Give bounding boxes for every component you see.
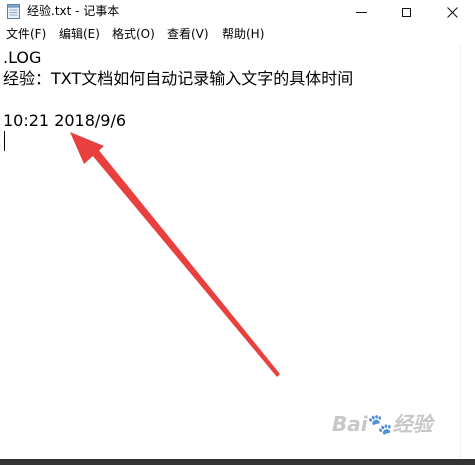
editor-line-timestamp: 10:21 2018/9/6 [3, 111, 127, 130]
watermark: Bai🐾经验 [332, 412, 433, 436]
watermark-text-left: Bai [332, 412, 368, 436]
menu-edit[interactable]: 编辑(E) [59, 26, 100, 43]
minimize-button[interactable] [338, 0, 384, 24]
maximize-button[interactable] [383, 0, 429, 24]
notepad-window: 经验.txt - 记事本 文件(F) 编辑(E) 格式(O) 查看(V) 帮助(… [0, 0, 475, 465]
notepad-icon [7, 4, 20, 19]
window-bottom-border [0, 459, 475, 465]
menu-bar: 文件(F) 编辑(E) 格式(O) 查看(V) 帮助(H) [0, 24, 475, 45]
menu-format[interactable]: 格式(O) [112, 26, 155, 43]
editor-line-title: 经验：TXT文档如何自动记录输入文字的具体时间 [3, 69, 354, 88]
text-caret [4, 131, 5, 151]
paw-icon: 🐾 [367, 412, 393, 436]
minimize-icon [355, 11, 367, 13]
title-bar[interactable]: 经验.txt - 记事本 [0, 0, 475, 24]
close-button[interactable] [429, 0, 475, 24]
close-icon [446, 6, 458, 18]
menu-file[interactable]: 文件(F) [6, 26, 46, 43]
maximize-icon [401, 7, 411, 17]
window-title: 经验.txt - 记事本 [27, 4, 120, 18]
editor-line-log: .LOG [3, 48, 42, 67]
vertical-scrollbar[interactable] [460, 45, 475, 459]
menu-help[interactable]: 帮助(H) [222, 26, 264, 43]
watermark-text-right: 经验 [392, 412, 433, 436]
text-editor[interactable]: .LOG 经验：TXT文档如何自动记录输入文字的具体时间 10:21 2018/… [0, 45, 460, 459]
menu-view[interactable]: 查看(V) [167, 26, 209, 43]
